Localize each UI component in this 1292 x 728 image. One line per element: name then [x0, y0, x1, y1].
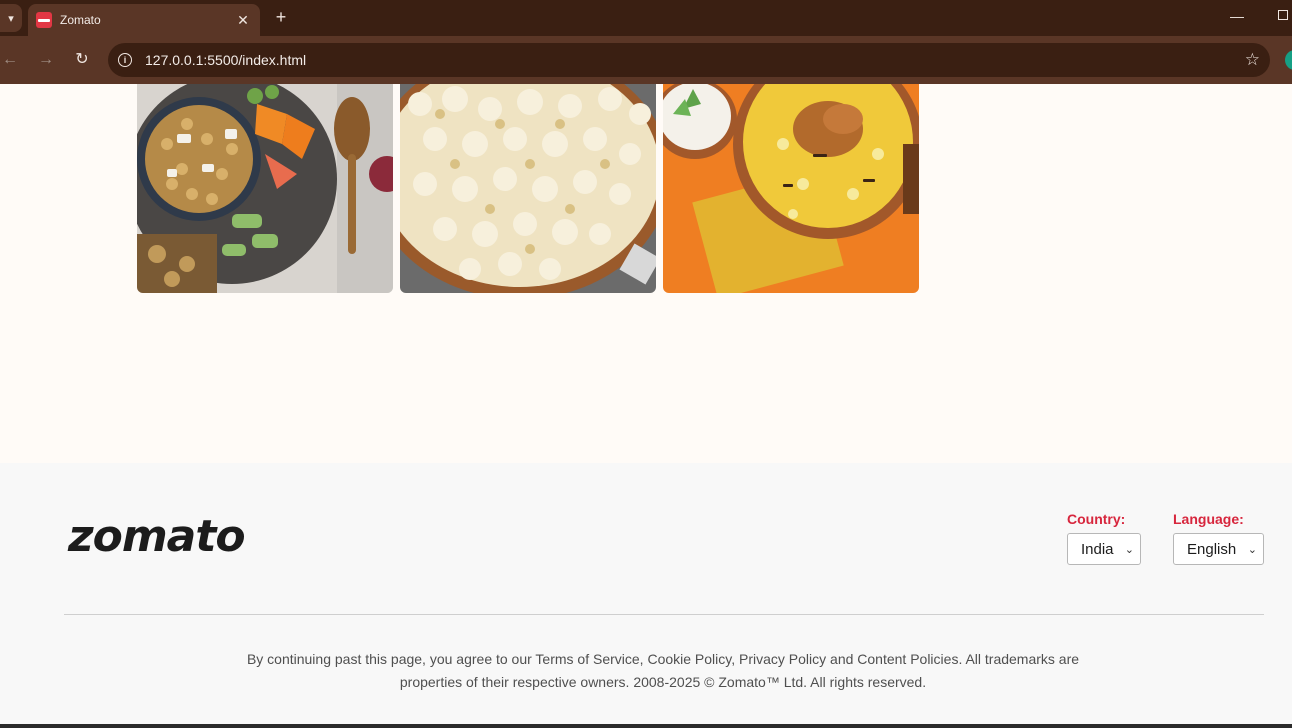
browser-toolbar: ← → ↻ i 127.0.0.1:5500/index.html ☆: [0, 36, 1292, 84]
country-select[interactable]: India ⌄: [1067, 533, 1141, 565]
country-value: India: [1081, 540, 1114, 558]
forward-icon[interactable]: →: [34, 48, 58, 72]
footer: zomato Country: India ⌄ Language: Englis…: [0, 463, 1292, 728]
tab-list-icon[interactable]: ▾: [0, 4, 22, 32]
star-icon[interactable]: ☆: [1245, 50, 1260, 70]
language-selector: Language: English ⌄: [1173, 511, 1264, 565]
language-value: English: [1187, 540, 1237, 558]
country-label: Country:: [1067, 511, 1126, 527]
popcorn-image[interactable]: [400, 84, 656, 293]
language-select[interactable]: English ⌄: [1173, 533, 1264, 565]
taskbar-edge: [0, 724, 1292, 728]
plus-icon[interactable]: +: [270, 6, 292, 28]
info-icon[interactable]: i: [118, 53, 132, 67]
legal-line-1: By continuing past this page, you agree …: [246, 651, 1080, 667]
back-icon[interactable]: ←: [0, 48, 22, 72]
zomato-logo[interactable]: zomato: [68, 511, 246, 562]
browser-tab-bar: ▾ Zomato ✕ + —: [0, 0, 1292, 36]
legal-text: By continuing past this page, you agree …: [200, 648, 1126, 694]
chevron-down-icon: ⌄: [1124, 543, 1134, 556]
country-selector: Country: India ⌄: [1067, 511, 1141, 565]
legal-line-2: properties of their respective owners. 2…: [399, 674, 927, 690]
browser-tab[interactable]: Zomato ✕: [28, 4, 260, 36]
minimize-icon[interactable]: —: [1230, 8, 1244, 24]
address-bar[interactable]: i 127.0.0.1:5500/index.html ☆: [108, 43, 1270, 77]
footer-divider: [64, 614, 1264, 615]
url-text[interactable]: 127.0.0.1:5500/index.html: [145, 52, 1245, 68]
restore-icon[interactable]: [1278, 10, 1288, 20]
profile-avatar[interactable]: [1285, 50, 1292, 70]
chickpea-bowl-image[interactable]: [137, 84, 393, 293]
zomato-favicon: [36, 12, 52, 28]
biryani-image[interactable]: [663, 84, 919, 293]
chevron-down-icon: ⌄: [1247, 543, 1257, 556]
reload-icon[interactable]: ↻: [70, 48, 94, 72]
food-gallery: [137, 84, 920, 293]
tab-title: Zomato: [60, 13, 101, 27]
language-label: Language:: [1173, 511, 1244, 527]
close-icon[interactable]: ✕: [234, 12, 252, 29]
